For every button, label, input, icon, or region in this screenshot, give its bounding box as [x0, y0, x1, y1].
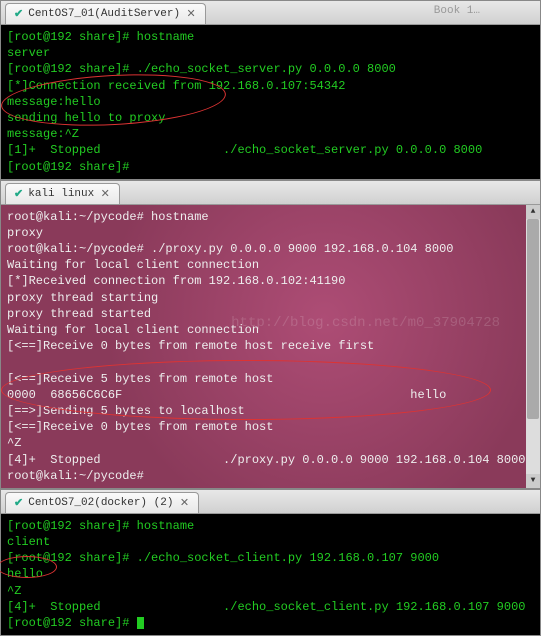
terminal-line: [root@192 share]# ./echo_socket_server.p…	[7, 61, 534, 77]
terminal-1[interactable]: [root@192 share]# hostname server [root@…	[1, 25, 540, 179]
check-icon: ✔	[14, 496, 23, 510]
scrollbar[interactable]: ▲ ▼	[526, 205, 540, 488]
terminal-line: proxy	[7, 225, 534, 241]
bookmark-label: Book 1…	[434, 5, 480, 17]
tab-centos7-01[interactable]: ✔ CentOS7_01(AuditServer) ✕	[5, 3, 206, 24]
window-centos-docker: ✔ CentOS7_02(docker) (2) ✕ [root@192 sha…	[0, 489, 541, 636]
check-icon: ✔	[14, 187, 23, 201]
terminal-line: ^Z	[7, 435, 534, 451]
terminal-2[interactable]: root@kali:~/pycode# hostname proxy root@…	[1, 205, 540, 488]
tab-label: kali linux	[28, 188, 94, 200]
terminal-line: message:hello	[7, 94, 534, 110]
check-icon: ✔	[14, 7, 23, 21]
terminal-line: message:^Z	[7, 126, 534, 142]
cursor-icon	[137, 617, 144, 629]
tabbar-2: ✔ kali linux ✕	[1, 181, 540, 205]
window-centos-auditserver: ✔ CentOS7_01(AuditServer) ✕ Book 1… [roo…	[0, 0, 541, 180]
terminal-line: [root@192 share]# ./echo_socket_client.p…	[7, 550, 534, 566]
close-icon[interactable]: ✕	[99, 188, 111, 200]
tab-label: CentOS7_01(AuditServer)	[28, 8, 180, 20]
watermark-text: http://blog.csdn.net/m0_37904728	[231, 315, 500, 331]
tab-label: CentOS7_02(docker) (2)	[28, 497, 173, 509]
prompt-text: [root@192 share]#	[7, 616, 137, 630]
terminal-line: sending hello to proxy	[7, 110, 534, 126]
scroll-thumb[interactable]	[527, 219, 539, 419]
terminal-line: [1]+ Stopped ./echo_socket_server.py 0.0…	[7, 142, 534, 158]
terminal-line: [<==]Receive 5 bytes from remote host	[7, 371, 534, 387]
terminal-line: [root@192 share]#	[7, 159, 534, 175]
terminal-line: [root@192 share]#	[7, 615, 534, 631]
scroll-up-icon[interactable]: ▲	[526, 205, 540, 219]
tabbar-1: ✔ CentOS7_01(AuditServer) ✕ Book 1…	[1, 1, 540, 25]
terminal-line: [==>]Sending 5 bytes to localhost	[7, 403, 534, 419]
terminal-line: server	[7, 45, 534, 61]
close-icon[interactable]: ✕	[178, 497, 190, 509]
window-kali: ✔ kali linux ✕ root@kali:~/pycode# hostn…	[0, 180, 541, 489]
terminal-line: hello	[7, 566, 534, 582]
terminal-line: root@kali:~/pycode# ./proxy.py 0.0.0.0 9…	[7, 241, 534, 257]
terminal-line: client	[7, 534, 534, 550]
terminal-3[interactable]: [root@192 share]# hostname client [root@…	[1, 514, 540, 635]
terminal-line: 0000 68656C6C6F hello	[7, 387, 534, 403]
terminal-line: [<==]Receive 0 bytes from remote host	[7, 419, 534, 435]
terminal-line: proxy thread starting	[7, 290, 534, 306]
terminal-line: [root@192 share]# hostname	[7, 518, 534, 534]
close-icon[interactable]: ✕	[185, 8, 197, 20]
tab-kali-linux[interactable]: ✔ kali linux ✕	[5, 183, 120, 204]
terminal-line: [root@192 share]# hostname	[7, 29, 534, 45]
terminal-line: [4]+ Stopped ./proxy.py 0.0.0.0 9000 192…	[7, 452, 534, 468]
terminal-line: Waiting for local client connection	[7, 257, 534, 273]
terminal-line: [*]Received connection from 192.168.0.10…	[7, 273, 534, 289]
terminal-line: [<==]Receive 0 bytes from remote host re…	[7, 338, 534, 354]
terminal-line: ^Z	[7, 583, 534, 599]
terminal-line: [4]+ Stopped ./echo_socket_client.py 192…	[7, 599, 534, 615]
terminal-line	[7, 354, 534, 370]
terminal-line: [*]Connection received from 192.168.0.10…	[7, 78, 534, 94]
terminal-line: root@kali:~/pycode# hostname	[7, 209, 534, 225]
scroll-down-icon[interactable]: ▼	[526, 474, 540, 488]
tabbar-3: ✔ CentOS7_02(docker) (2) ✕	[1, 490, 540, 514]
tab-centos7-02[interactable]: ✔ CentOS7_02(docker) (2) ✕	[5, 492, 199, 513]
terminal-line: root@kali:~/pycode#	[7, 468, 534, 484]
